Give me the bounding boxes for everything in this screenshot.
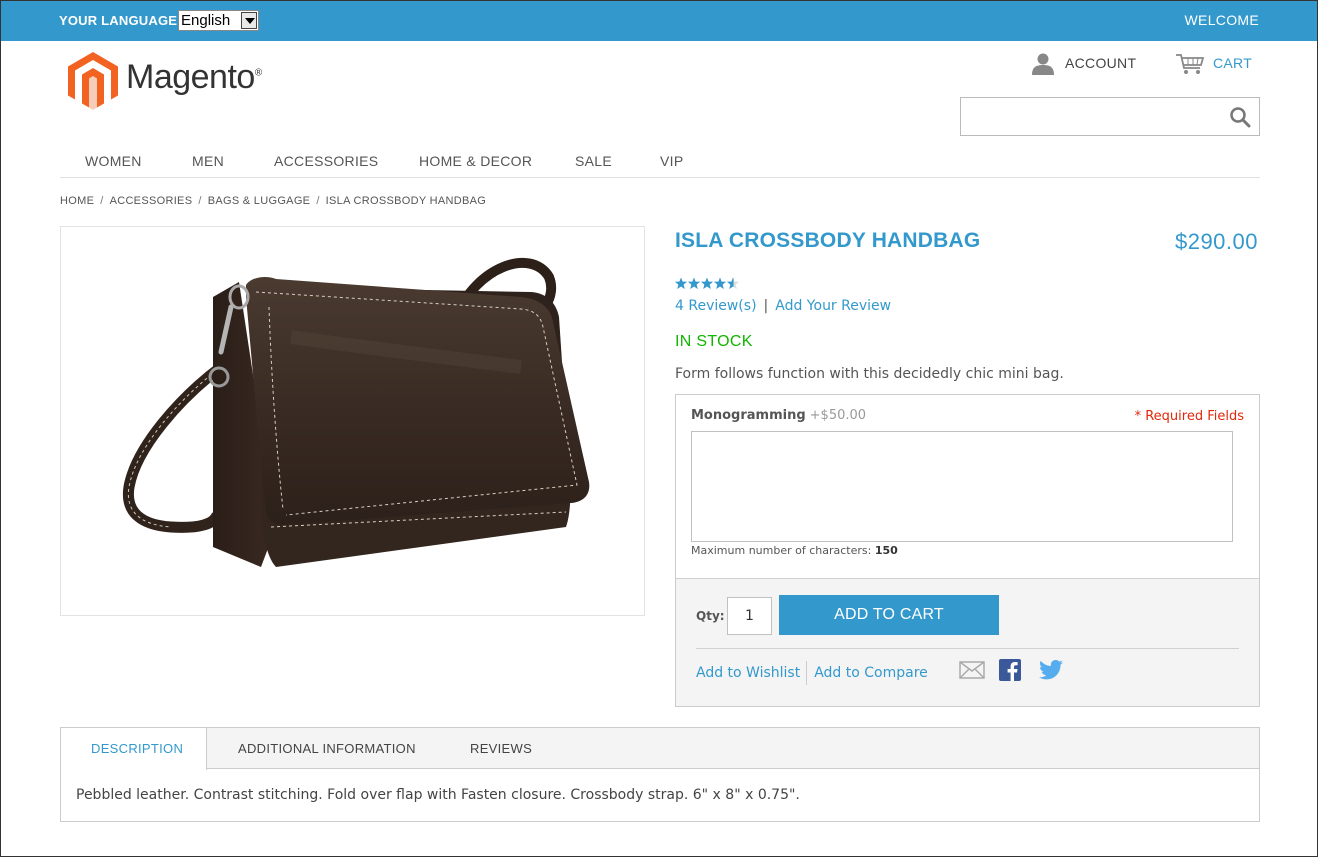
email-icon[interactable] [959, 661, 985, 679]
breadcrumb-separator: / [198, 195, 202, 207]
tab-reviews[interactable]: REVIEWS [470, 728, 532, 769]
required-fields-note: * Required Fields [1134, 409, 1244, 424]
links-divider [806, 661, 808, 685]
breadcrumb-home[interactable]: HOME [60, 195, 94, 207]
tab-strip: DESCRIPTION ADDITIONAL INFORMATION REVIE… [61, 728, 1259, 770]
main-navigation: WOMEN MEN ACCESSORIES HOME & DECOR SALE … [60, 146, 1260, 178]
product-name: ISLA CROSSBODY HANDBAG [675, 229, 981, 252]
nav-item-women[interactable]: WOMEN [85, 153, 142, 169]
add-review-link[interactable]: Add Your Review [775, 298, 891, 314]
cart-icon [1176, 54, 1205, 74]
nav-item-sale[interactable]: SALE [575, 153, 612, 169]
add-to-cart-area: Qty: 1 ADD TO CART Add to Wishlist Add to… [676, 578, 1259, 706]
user-icon [1032, 53, 1054, 75]
divider [696, 648, 1239, 649]
reviews-separator: | [763, 298, 769, 314]
short-description: Form follows function with this decidedl… [675, 366, 1064, 382]
monogramming-textarea[interactable] [691, 431, 1233, 542]
qty-label: Qty: [696, 609, 725, 623]
logo-wordmark: Magento® [126, 58, 262, 96]
reviews-links: 4 Review(s) | Add Your Review [675, 298, 891, 314]
tab-description[interactable]: DESCRIPTION [61, 728, 207, 770]
magento-logo-icon [68, 52, 118, 110]
product-action-links: Add to Wishlist Add to Compare [696, 661, 928, 685]
top-bar: YOUR LANGUAGE: English WELCOME [1, 1, 1317, 41]
add-to-compare-link[interactable]: Add to Compare [814, 665, 928, 681]
nav-item-accessories[interactable]: ACCESSORIES [274, 153, 378, 169]
nav-item-vip[interactable]: VIP [660, 153, 683, 169]
language-selected-value: English [181, 12, 231, 29]
welcome-message: WELCOME [1184, 12, 1259, 28]
stock-status: IN STOCK [675, 333, 753, 350]
search-box [960, 97, 1260, 136]
facebook-icon[interactable] [999, 659, 1021, 681]
qty-input[interactable]: 1 [727, 597, 772, 635]
breadcrumb-separator: / [100, 195, 104, 207]
description-content: Pebbled leather. Contrast stitching. Fol… [76, 787, 800, 803]
store-logo[interactable]: Magento® [68, 52, 268, 110]
rating-stars [675, 276, 741, 290]
product-price: $290.00 [1174, 229, 1258, 254]
search-icon[interactable] [1229, 106, 1251, 128]
add-to-wishlist-link[interactable]: Add to Wishlist [696, 665, 800, 681]
breadcrumb: HOME / ACCESSORIES / BAGS & LUGGAGE / ISLA CRO… [60, 195, 486, 207]
breadcrumb-separator: / [316, 195, 320, 207]
language-label: YOUR LANGUAGE: [59, 13, 182, 28]
product-options-box: Monogramming +$50.00 * Required Fields Ma… [675, 394, 1260, 707]
add-to-cart-button[interactable]: ADD TO CART [779, 595, 999, 635]
language-select[interactable]: English [178, 10, 259, 31]
breadcrumb-accessories[interactable]: ACCESSORIES [110, 195, 193, 207]
dropdown-arrow-icon[interactable] [241, 12, 257, 29]
twitter-icon[interactable] [1039, 660, 1063, 680]
product-image[interactable] [60, 226, 645, 616]
cart-label: CART [1213, 55, 1253, 71]
handbag-image [122, 257, 590, 567]
monogramming-label: Monogramming +$50.00 [691, 408, 867, 423]
breadcrumb-current: ISLA CROSSBODY HANDBAG [325, 195, 487, 207]
account-label: ACCOUNT [1065, 55, 1137, 71]
monogramming-price: +$50.00 [809, 408, 867, 423]
breadcrumb-bags-luggage[interactable]: BAGS & LUGGAGE [208, 195, 311, 207]
max-chars-note: Maximum number of characters: 150 [691, 544, 898, 557]
tab-additional-information[interactable]: ADDITIONAL INFORMATION [238, 728, 416, 769]
nav-item-home-decor[interactable]: HOME & DECOR [419, 153, 532, 169]
search-input[interactable] [961, 98, 1221, 135]
product-tabs: DESCRIPTION ADDITIONAL INFORMATION REVIE… [60, 727, 1260, 822]
reviews-count-link[interactable]: 4 Review(s) [675, 298, 757, 314]
nav-item-men[interactable]: MEN [192, 153, 224, 169]
